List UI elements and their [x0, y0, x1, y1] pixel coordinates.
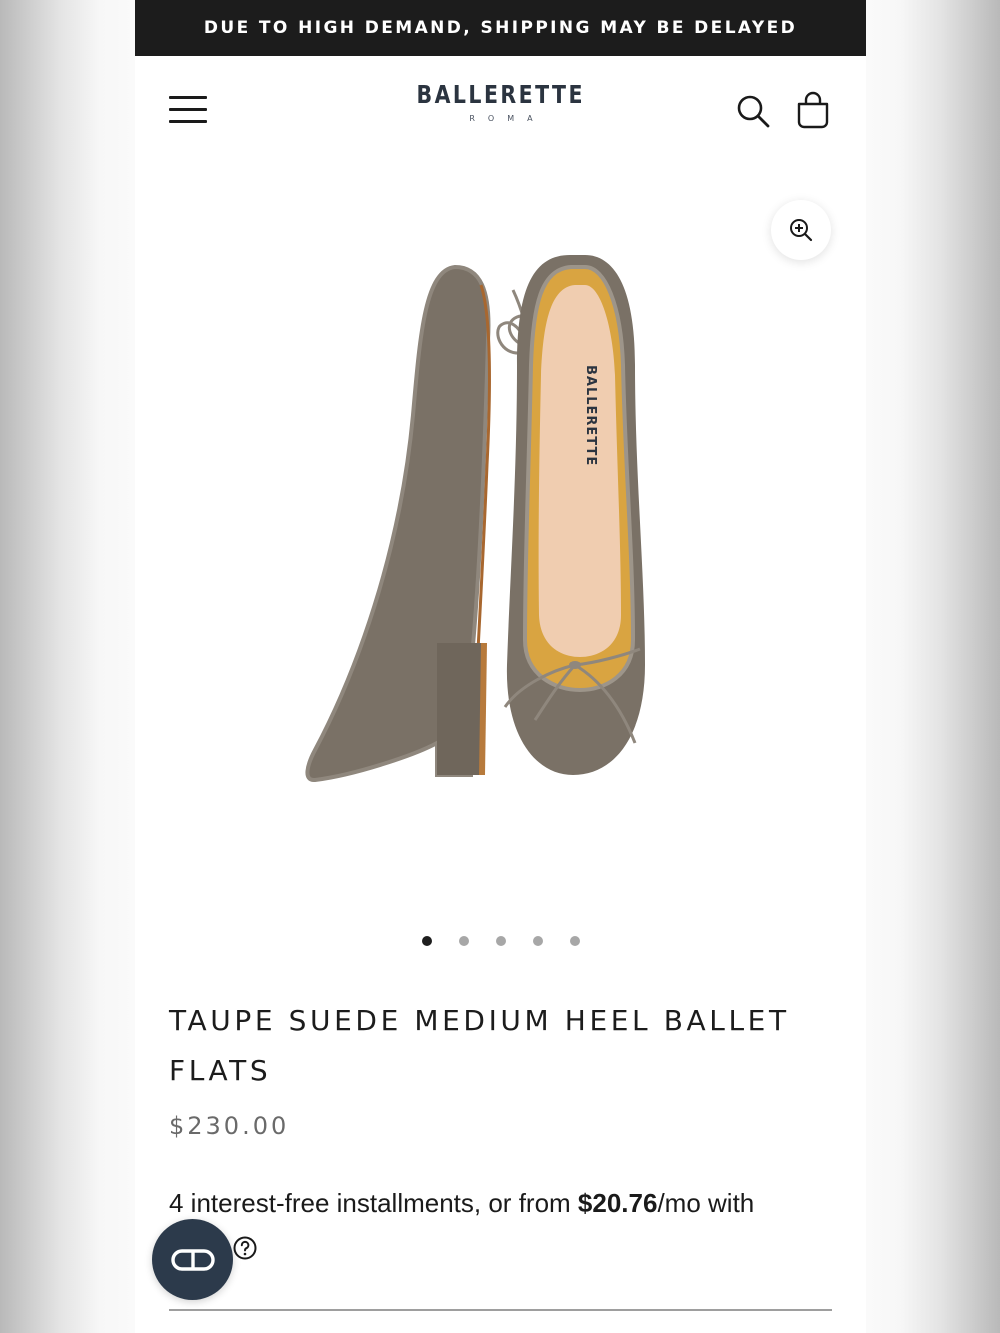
announcement-bar: DUE TO HIGH DEMAND, SHIPPING MAY BE DELA… — [135, 0, 866, 56]
chat-widget-button[interactable] — [152, 1219, 233, 1300]
search-button[interactable] — [735, 93, 771, 129]
ballet-flats-illustration: BALLERETTE — [305, 255, 645, 782]
announcement-text: DUE TO HIGH DEMAND, SHIPPING MAY BE DELA… — [203, 18, 798, 38]
installments-text: 4 interest-free installments, or from $2… — [169, 1181, 849, 1225]
gallery-dot[interactable] — [569, 936, 580, 946]
gallery-dot[interactable] — [532, 936, 543, 946]
shopping-bag-icon — [797, 91, 829, 129]
question-mark-icon — [233, 1236, 257, 1260]
hamburger-menu-icon — [169, 96, 207, 99]
svg-text:BALLERETTE: BALLERETTE — [583, 365, 598, 466]
chat-logo-icon — [170, 1248, 215, 1271]
zoom-button[interactable] — [771, 200, 831, 260]
installments-amount: $20.76 — [577, 1188, 658, 1218]
zoom-in-icon — [790, 219, 813, 242]
gallery-dot[interactable] — [495, 936, 506, 946]
installments-suffix: /mo with — [657, 1188, 755, 1218]
product-price: $230.00 — [169, 1112, 290, 1140]
product-page: DUE TO HIGH DEMAND, SHIPPING MAY BE DELA… — [135, 0, 866, 1333]
cart-button[interactable] — [795, 91, 831, 129]
gallery-dot[interactable] — [421, 936, 432, 946]
site-header: BALLERETTE ROMA — [135, 56, 866, 164]
gallery-pagination — [135, 936, 866, 946]
search-icon — [737, 95, 770, 128]
product-title: TAUPE SUEDE MEDIUM HEEL BALLET FLATS — [169, 1004, 790, 1087]
installments-help-button[interactable] — [233, 1236, 257, 1260]
product-image[interactable]: BALLERETTE — [295, 245, 695, 790]
gallery-dot[interactable] — [458, 936, 469, 946]
installments-prefix: 4 interest-free installments, or from — [169, 1188, 578, 1218]
menu-button[interactable] — [169, 96, 207, 124]
logo-text: BALLERETTE — [416, 80, 586, 109]
section-divider — [169, 1309, 832, 1311]
brand-logo[interactable]: BALLERETTE ROMA — [365, 82, 637, 123]
logo-subtext: ROMA — [469, 114, 546, 123]
